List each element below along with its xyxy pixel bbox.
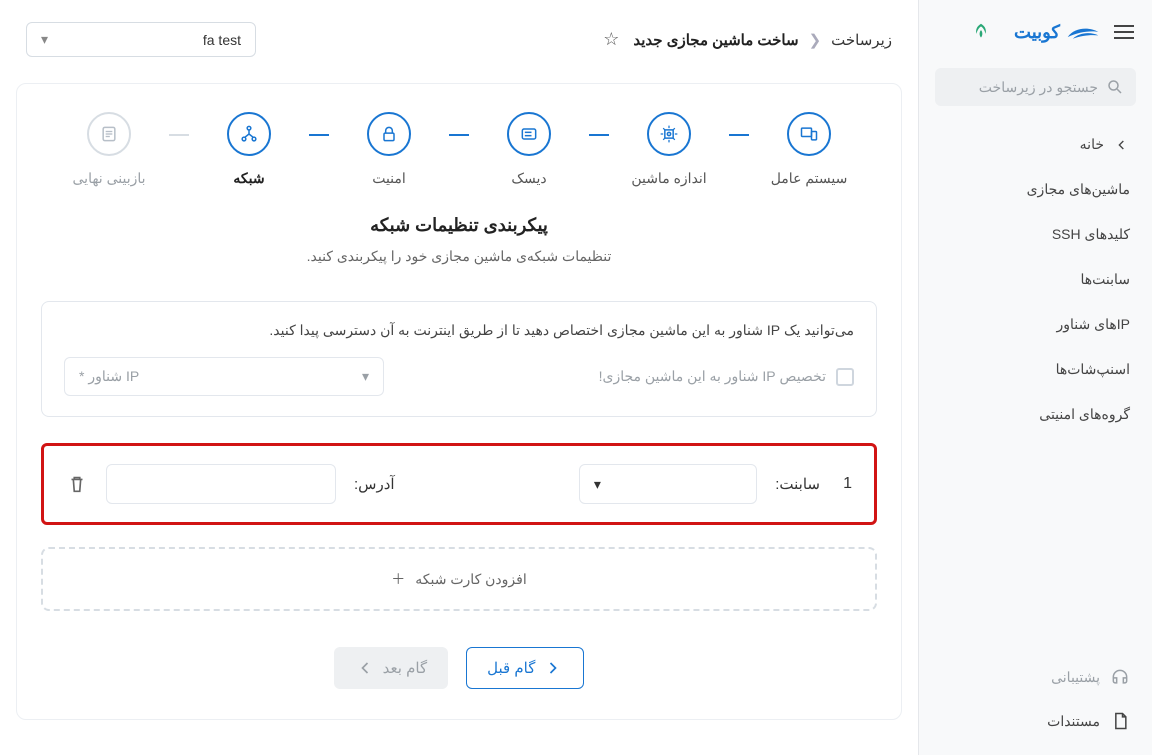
- step-os[interactable]: سیستم عامل: [749, 112, 869, 187]
- favorite-star[interactable]: ☆: [603, 29, 619, 50]
- menu-toggle[interactable]: [1110, 20, 1134, 44]
- floating-ip-panel: می‌توانید یک IP شناور به این ماشین مجازی…: [41, 301, 877, 417]
- search-icon: [1106, 78, 1124, 96]
- project-name: fa test: [203, 32, 241, 48]
- plus-icon: ＋: [391, 569, 405, 589]
- floating-ip-text: می‌توانید یک IP شناور به این ماشین مجازی…: [64, 322, 854, 339]
- breadcrumb-current: ساخت ماشین مجازی جدید: [633, 31, 798, 49]
- cpu-icon: [659, 124, 679, 144]
- brand-swoosh-icon: [1066, 20, 1100, 44]
- topbar: زیرساخت ❮ ساخت ماشین مجازی جدید ☆ ▾ fa t…: [0, 0, 918, 67]
- step-network[interactable]: شبکه: [189, 112, 309, 187]
- list-icon: [99, 124, 119, 144]
- document-icon: [1110, 711, 1130, 731]
- section-title: پیکربندی تنظیمات شبکه: [41, 215, 877, 236]
- step-size[interactable]: اندازه ماشین: [609, 112, 729, 187]
- add-nic-button[interactable]: افزودن کارت شبکه ＋: [41, 547, 877, 611]
- chevron-right-icon: [543, 658, 563, 678]
- wizard-card: سیستم عامل اندازه ماشین دیسک: [16, 83, 902, 720]
- stepper: سیستم عامل اندازه ماشین دیسک: [41, 108, 877, 197]
- subnet-select[interactable]: ▾: [579, 464, 757, 504]
- nav-ssh-keys[interactable]: کلیدهای SSH: [919, 212, 1152, 257]
- devices-icon: [799, 124, 819, 144]
- project-select[interactable]: ▾ fa test: [26, 22, 256, 57]
- step-disk[interactable]: دیسک: [469, 112, 589, 187]
- nav-floating-ips[interactable]: IPهای شناور: [919, 302, 1152, 347]
- delete-nic-icon[interactable]: [66, 473, 88, 495]
- footer-support[interactable]: پشتیبانی: [919, 655, 1152, 699]
- section-subtitle: تنظیمات شبکه‌ی ماشین مجازی خود را پیکربن…: [41, 248, 877, 265]
- prev-step-button[interactable]: گام قبل: [466, 647, 584, 689]
- chevron-down-icon: ▾: [362, 368, 369, 385]
- floating-ip-select: ▾ IP شناور *: [64, 357, 384, 396]
- assign-floating-ip-checkbox[interactable]: تخصیص IP شناور به این ماشین مجازی!: [404, 368, 854, 386]
- arrow-icon: [1114, 137, 1130, 153]
- address-input[interactable]: [106, 464, 336, 504]
- nav-home-label: خانه: [1080, 136, 1104, 153]
- network-icon: [239, 124, 259, 144]
- footer-docs[interactable]: مستندات: [919, 699, 1152, 743]
- search-input[interactable]: جستجو در زیرساخت: [935, 68, 1136, 106]
- search-placeholder: جستجو در زیرساخت: [979, 79, 1098, 96]
- sidebar: کوبیت جستجو در زیرساخت خانه ماشین‌های مج…: [918, 0, 1152, 755]
- disk-icon: [519, 124, 539, 144]
- nic-index: 1: [838, 475, 852, 493]
- brand-logo[interactable]: کوبیت: [1014, 20, 1100, 44]
- nav-security-groups[interactable]: گروه‌های امنیتی: [919, 392, 1152, 437]
- step-review[interactable]: بازبینی نهایی: [49, 112, 169, 187]
- headset-icon: [1110, 667, 1130, 687]
- brand-text: کوبیت: [1014, 22, 1060, 43]
- sidebar-nav: خانه ماشین‌های مجازی کلیدهای SSH سابنت‌ه…: [919, 116, 1152, 647]
- step-security[interactable]: امنیت: [329, 112, 449, 187]
- breadcrumb-root[interactable]: زیرساخت: [831, 31, 892, 49]
- chevron-down-icon: ▾: [594, 476, 601, 493]
- nav-home[interactable]: خانه: [919, 122, 1152, 167]
- checkbox-icon: [836, 368, 854, 386]
- next-step-button: گام بعد: [334, 647, 448, 689]
- lock-icon: [379, 124, 399, 144]
- org-logo-icon: [970, 21, 992, 43]
- chevron-down-icon: ▾: [41, 31, 48, 48]
- nav-snapshots[interactable]: اسنپ‌شات‌ها: [919, 347, 1152, 392]
- subnet-label: سابنت:: [775, 475, 820, 493]
- address-label: آدرس:: [354, 475, 395, 493]
- nav-vms[interactable]: ماشین‌های مجازی: [919, 167, 1152, 212]
- nav-subnets[interactable]: سابنت‌ها: [919, 257, 1152, 302]
- main: زیرساخت ❮ ساخت ماشین مجازی جدید ☆ ▾ fa t…: [0, 0, 918, 755]
- breadcrumb-sep: ❮: [809, 31, 822, 49]
- nic-row-1: 1 سابنت: ▾ آدرس:: [41, 443, 877, 525]
- chevron-left-icon: [355, 658, 375, 678]
- breadcrumb: زیرساخت ❮ ساخت ماشین مجازی جدید ☆: [603, 29, 892, 50]
